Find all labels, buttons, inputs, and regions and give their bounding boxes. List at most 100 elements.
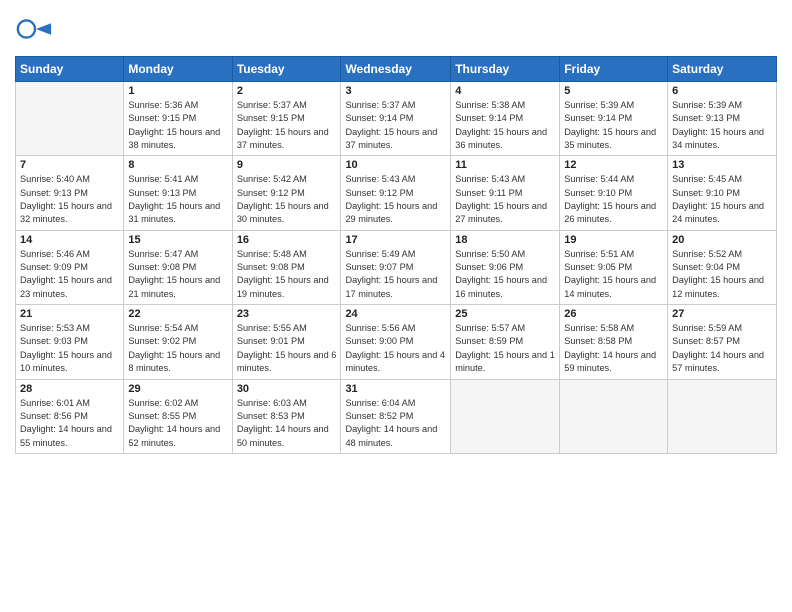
calendar-cell: 8 Sunrise: 5:41 AM Sunset: 9:13 PM Daylig… [124,156,232,230]
calendar-cell: 12 Sunrise: 5:44 AM Sunset: 9:10 PM Dayli… [560,156,668,230]
day-number: 28 [20,383,119,395]
day-number: 21 [20,308,119,320]
calendar-week-3: 14 Sunrise: 5:46 AM Sunset: 9:09 PM Dayli… [16,230,777,304]
day-number: 15 [128,234,227,246]
day-number: 12 [564,159,663,171]
day-number: 5 [564,85,663,97]
day-info: Sunrise: 5:39 AM Sunset: 9:13 PM Dayligh… [672,99,772,152]
day-info: Sunrise: 5:46 AM Sunset: 9:09 PM Dayligh… [20,248,119,301]
day-number: 22 [128,308,227,320]
calendar-cell [560,379,668,453]
day-number: 19 [564,234,663,246]
day-info: Sunrise: 5:39 AM Sunset: 9:14 PM Dayligh… [564,99,663,152]
day-info: Sunrise: 5:56 AM Sunset: 9:00 PM Dayligh… [345,322,446,375]
calendar-cell: 30 Sunrise: 6:03 AM Sunset: 8:53 PM Dayli… [232,379,341,453]
day-number: 27 [672,308,772,320]
day-number: 13 [672,159,772,171]
weekday-header-row: SundayMondayTuesdayWednesdayThursdayFrid… [16,57,777,82]
calendar-cell: 11Sunrise: 5:43 AM Sunset: 9:11 PM Dayli… [451,156,560,230]
day-info: Sunrise: 5:44 AM Sunset: 9:10 PM Dayligh… [564,173,663,226]
day-info: Sunrise: 5:45 AM Sunset: 9:10 PM Dayligh… [672,173,772,226]
day-number: 8 [128,159,227,171]
calendar-cell: 19 Sunrise: 5:51 AM Sunset: 9:05 PM Dayli… [560,230,668,304]
calendar-cell: 18Sunrise: 5:50 AM Sunset: 9:06 PM Dayli… [451,230,560,304]
calendar-cell: 17Sunrise: 5:49 AM Sunset: 9:07 PM Dayli… [341,230,451,304]
calendar-cell: 23 Sunrise: 5:55 AM Sunset: 9:01 PM Dayli… [232,305,341,379]
calendar-cell: 16Sunrise: 5:48 AM Sunset: 9:08 PM Dayli… [232,230,341,304]
calendar-cell: 5 Sunrise: 5:39 AM Sunset: 9:14 PM Daylig… [560,82,668,156]
day-number: 10 [345,159,446,171]
day-number: 30 [237,383,337,395]
calendar-cell: 25 Sunrise: 5:57 AM Sunset: 8:59 PM Dayli… [451,305,560,379]
calendar-cell: 27 Sunrise: 5:59 AM Sunset: 8:57 PM Dayli… [668,305,777,379]
calendar-week-5: 28Sunrise: 6:01 AM Sunset: 8:56 PM Dayli… [16,379,777,453]
day-number: 3 [345,85,446,97]
day-info: Sunrise: 5:52 AM Sunset: 9:04 PM Dayligh… [672,248,772,301]
day-info: Sunrise: 5:37 AM Sunset: 9:15 PM Dayligh… [237,99,337,152]
day-info: Sunrise: 5:53 AM Sunset: 9:03 PM Dayligh… [20,322,119,375]
weekday-header-wednesday: Wednesday [341,57,451,82]
day-number: 14 [20,234,119,246]
day-info: Sunrise: 5:43 AM Sunset: 9:11 PM Dayligh… [455,173,555,226]
calendar-cell: 31 Sunrise: 6:04 AM Sunset: 8:52 PM Dayli… [341,379,451,453]
day-info: Sunrise: 5:40 AM Sunset: 9:13 PM Dayligh… [20,173,119,226]
calendar-cell [16,82,124,156]
calendar-cell: 14 Sunrise: 5:46 AM Sunset: 9:09 PM Dayli… [16,230,124,304]
day-info: Sunrise: 5:55 AM Sunset: 9:01 PM Dayligh… [237,322,337,375]
day-info: Sunrise: 5:42 AM Sunset: 9:12 PM Dayligh… [237,173,337,226]
day-number: 25 [455,308,555,320]
day-info: Sunrise: 5:41 AM Sunset: 9:13 PM Dayligh… [128,173,227,226]
day-info: Sunrise: 6:03 AM Sunset: 8:53 PM Dayligh… [237,397,337,450]
calendar-cell [668,379,777,453]
calendar-cell: 15 Sunrise: 5:47 AM Sunset: 9:08 PM Dayli… [124,230,232,304]
day-number: 6 [672,85,772,97]
day-info: Sunrise: 5:47 AM Sunset: 9:08 PM Dayligh… [128,248,227,301]
calendar-cell: 9Sunrise: 5:42 AM Sunset: 9:12 PM Daylig… [232,156,341,230]
weekday-header-friday: Friday [560,57,668,82]
calendar-cell: 26 Sunrise: 5:58 AM Sunset: 8:58 PM Dayli… [560,305,668,379]
weekday-header-monday: Monday [124,57,232,82]
day-number: 20 [672,234,772,246]
day-info: Sunrise: 5:38 AM Sunset: 9:14 PM Dayligh… [455,99,555,152]
calendar-table: SundayMondayTuesdayWednesdayThursdayFrid… [15,56,777,454]
logo-icon [15,10,53,48]
day-number: 7 [20,159,119,171]
day-info: Sunrise: 5:50 AM Sunset: 9:06 PM Dayligh… [455,248,555,301]
calendar-week-4: 21 Sunrise: 5:53 AM Sunset: 9:03 PM Dayli… [16,305,777,379]
day-info: Sunrise: 6:02 AM Sunset: 8:55 PM Dayligh… [128,397,227,450]
main-container: SundayMondayTuesdayWednesdayThursdayFrid… [0,0,792,459]
calendar-cell: 7 Sunrise: 5:40 AM Sunset: 9:13 PM Daylig… [16,156,124,230]
day-number: 1 [128,85,227,97]
calendar-cell [451,379,560,453]
calendar-cell: 10Sunrise: 5:43 AM Sunset: 9:12 PM Dayli… [341,156,451,230]
day-info: Sunrise: 5:48 AM Sunset: 9:08 PM Dayligh… [237,248,337,301]
calendar-cell: 21 Sunrise: 5:53 AM Sunset: 9:03 PM Dayli… [16,305,124,379]
day-info: Sunrise: 5:54 AM Sunset: 9:02 PM Dayligh… [128,322,227,375]
day-info: Sunrise: 5:51 AM Sunset: 9:05 PM Dayligh… [564,248,663,301]
day-number: 31 [345,383,446,395]
day-info: Sunrise: 5:36 AM Sunset: 9:15 PM Dayligh… [128,99,227,152]
weekday-header-thursday: Thursday [451,57,560,82]
day-number: 4 [455,85,555,97]
day-number: 26 [564,308,663,320]
day-number: 29 [128,383,227,395]
weekday-header-sunday: Sunday [16,57,124,82]
day-info: Sunrise: 5:57 AM Sunset: 8:59 PM Dayligh… [455,322,555,375]
calendar-cell: 28Sunrise: 6:01 AM Sunset: 8:56 PM Dayli… [16,379,124,453]
day-info: Sunrise: 5:37 AM Sunset: 9:14 PM Dayligh… [345,99,446,152]
calendar-cell: 13 Sunrise: 5:45 AM Sunset: 9:10 PM Dayli… [668,156,777,230]
calendar-cell: 24 Sunrise: 5:56 AM Sunset: 9:00 PM Dayli… [341,305,451,379]
calendar-cell: 2Sunrise: 5:37 AM Sunset: 9:15 PM Daylig… [232,82,341,156]
weekday-header-tuesday: Tuesday [232,57,341,82]
calendar-cell: 4 Sunrise: 5:38 AM Sunset: 9:14 PM Daylig… [451,82,560,156]
calendar-week-2: 7 Sunrise: 5:40 AM Sunset: 9:13 PM Daylig… [16,156,777,230]
day-info: Sunrise: 5:49 AM Sunset: 9:07 PM Dayligh… [345,248,446,301]
day-number: 24 [345,308,446,320]
day-info: Sunrise: 5:58 AM Sunset: 8:58 PM Dayligh… [564,322,663,375]
day-number: 23 [237,308,337,320]
calendar-cell: 20 Sunrise: 5:52 AM Sunset: 9:04 PM Dayli… [668,230,777,304]
day-info: Sunrise: 6:04 AM Sunset: 8:52 PM Dayligh… [345,397,446,450]
logo [15,10,55,48]
day-info: Sunrise: 5:59 AM Sunset: 8:57 PM Dayligh… [672,322,772,375]
calendar-cell: 3 Sunrise: 5:37 AM Sunset: 9:14 PM Daylig… [341,82,451,156]
